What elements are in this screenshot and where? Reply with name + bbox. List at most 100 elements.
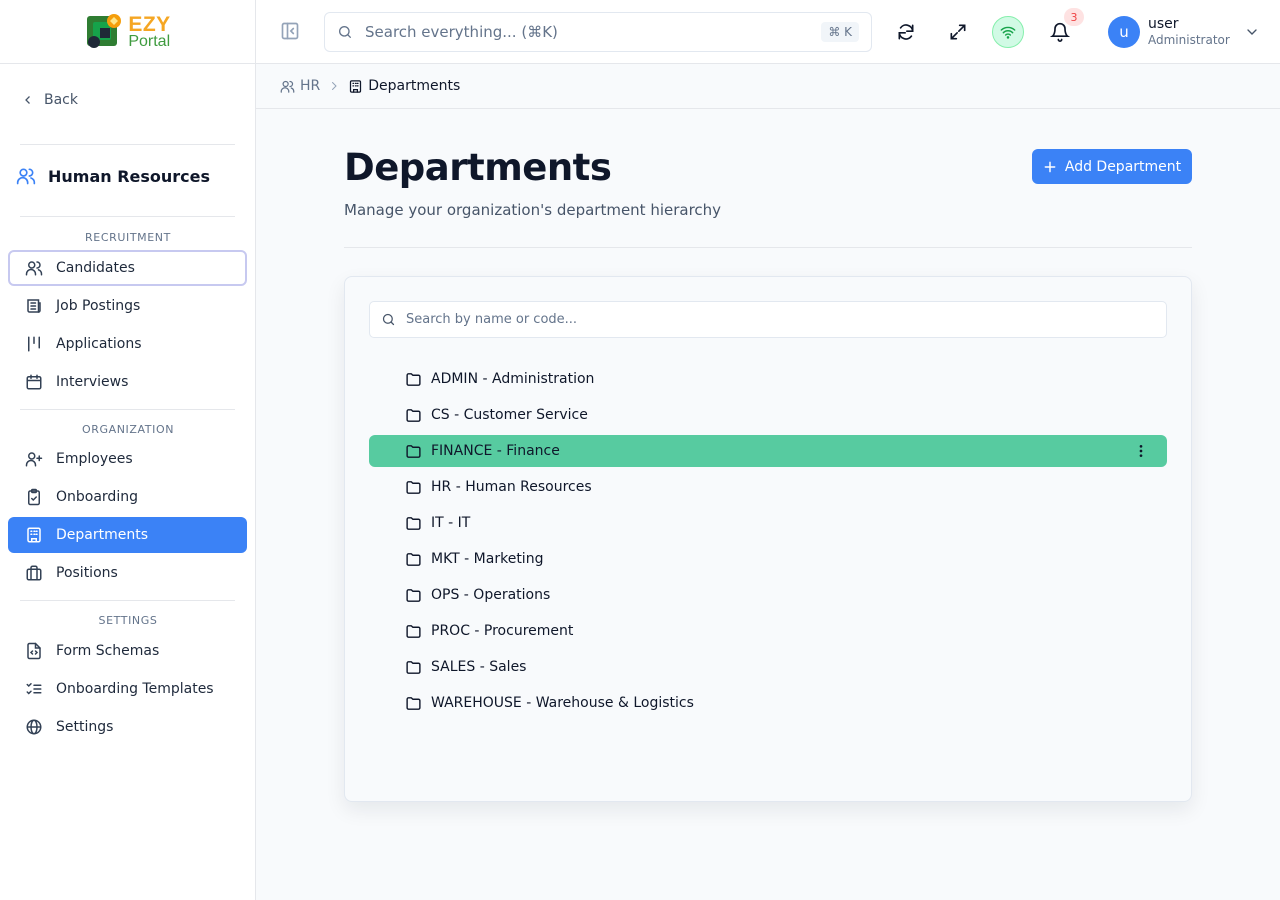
add-department-button[interactable]: Add Department [1032, 149, 1192, 184]
top-header: Search everything... (⌘K) ⌘ K 3 u user A… [256, 0, 1280, 64]
folder-icon [406, 660, 421, 674]
sidebar-item-label: Onboarding Templates [56, 681, 214, 697]
refresh-button[interactable] [896, 20, 916, 44]
fullscreen-button[interactable] [948, 20, 968, 44]
chevron-right-icon [332, 82, 337, 90]
globe-icon [26, 719, 42, 735]
sidebar-item-applications[interactable]: Applications [8, 326, 247, 362]
user-menu[interactable]: u user Administrator [1108, 16, 1260, 48]
department-tree-card: Search by name or code... ADMIN - Admini… [344, 276, 1192, 802]
sidebar-item-label: Interviews [56, 374, 129, 390]
department-row-it[interactable]: IT - IT [369, 507, 1167, 539]
sidebar-item-label: Onboarding [56, 489, 138, 505]
folder-icon [406, 696, 421, 710]
divider [344, 247, 1192, 248]
sidebar-item-job-postings[interactable]: Job Postings [8, 288, 247, 324]
newspaper-icon [27, 299, 41, 313]
breadcrumb-label: Departments [368, 78, 461, 94]
department-row-sales[interactable]: SALES - Sales [369, 651, 1167, 683]
department-row-admin[interactable]: ADMIN - Administration [369, 363, 1167, 395]
search-shortcut: ⌘ K [821, 22, 859, 42]
department-row-mkt[interactable]: MKT - Marketing [369, 543, 1167, 575]
sidebar-item-settings[interactable]: Settings [8, 709, 247, 745]
user-name: user [1148, 16, 1179, 32]
more-vertical-icon [1139, 445, 1143, 457]
divider [20, 144, 235, 145]
sidebar-item-label: Settings [56, 719, 114, 735]
section-label-recruitment: RECRUITMENT [85, 231, 171, 244]
breadcrumb-departments: Departments [348, 78, 460, 94]
department-row-hr[interactable]: HR - Human Resources [369, 471, 1167, 503]
user-info: user Administrator [1148, 16, 1230, 48]
search-icon [339, 26, 351, 38]
sidebar-item-onboarding[interactable]: Onboarding [8, 479, 247, 515]
department-label: SALES - Sales [431, 659, 527, 675]
panel-left-icon [281, 22, 299, 40]
global-search-placeholder: Search everything... (⌘K) [365, 23, 558, 41]
department-label: CS - Customer Service [431, 407, 588, 423]
brand-name-top: EZY [128, 12, 171, 36]
notification-badge: 3 [1064, 8, 1084, 26]
users-icon [16, 168, 36, 185]
users-icon [25, 261, 43, 276]
brand-name-bottom: Portal [128, 32, 171, 50]
sidebar-item-form-schemas[interactable]: Form Schemas [8, 633, 247, 669]
department-label: IT - IT [431, 515, 471, 531]
logo-area: EZY Portal [0, 0, 255, 64]
folder-icon [406, 372, 421, 386]
department-label: ADMIN - Administration [431, 371, 595, 387]
sidebar-item-label: Applications [56, 336, 142, 352]
back-label: Back [44, 92, 78, 108]
plus-icon [1044, 161, 1056, 172]
row-actions-button[interactable] [1133, 443, 1149, 459]
sidebar-item-onboarding-templates[interactable]: Onboarding Templates [8, 671, 247, 707]
department-row-proc[interactable]: PROC - Procurement [369, 615, 1167, 647]
folder-icon [406, 408, 421, 422]
department-row-finance[interactable]: FINANCE - Finance [369, 435, 1167, 467]
department-label: OPS - Operations [431, 587, 551, 603]
back-link[interactable]: Back [22, 92, 78, 108]
folder-icon [406, 552, 421, 566]
sidebar-toggle-button[interactable] [280, 21, 300, 41]
sidebar-item-label: Form Schemas [56, 643, 160, 659]
user-role: Administrator [1148, 33, 1230, 47]
connection-status-button[interactable] [992, 16, 1024, 48]
search-icon [382, 313, 395, 326]
breadcrumb-hr[interactable]: HR [280, 78, 320, 94]
folder-icon [406, 516, 421, 530]
department-row-ops[interactable]: OPS - Operations [369, 579, 1167, 611]
sidebar-item-label: Employees [56, 451, 133, 467]
department-row-cs[interactable]: CS - Customer Service [369, 399, 1167, 431]
list-checks-icon [26, 683, 42, 695]
global-search-input[interactable]: Search everything... (⌘K) ⌘ K [324, 12, 872, 52]
sidebar: EZY Portal Back Human Resources RECRUITM… [0, 0, 256, 900]
add-department-label: Add Department [1064, 158, 1182, 175]
sidebar-item-employees[interactable]: Employees [8, 441, 247, 477]
module-title: Human Resources [16, 166, 210, 186]
sidebar-item-interviews[interactable]: Interviews [8, 364, 247, 400]
breadcrumb: HR Departments [256, 64, 1280, 109]
department-label: MKT - Marketing [431, 551, 544, 567]
department-label: PROC - Procurement [431, 623, 574, 639]
folder-icon [406, 444, 421, 458]
folder-icon [406, 588, 421, 602]
refresh-icon [898, 24, 914, 40]
puzzle-logo-icon [87, 13, 122, 48]
section-label-settings: SETTINGS [98, 614, 158, 627]
clipboard-check-icon [28, 488, 40, 506]
chevron-left-icon [25, 96, 30, 104]
sidebar-item-positions[interactable]: Positions [8, 555, 247, 591]
folder-icon [406, 480, 421, 494]
building-icon [350, 79, 362, 93]
divider [20, 409, 235, 410]
briefcase-icon [26, 565, 42, 581]
sidebar-item-candidates[interactable]: Candidates [8, 250, 247, 286]
sidebar-item-departments[interactable]: Departments [8, 517, 247, 553]
department-search-input[interactable]: Search by name or code... [369, 301, 1167, 338]
department-row-warehouse[interactable]: WAREHOUSE - Warehouse & Logistics [369, 687, 1167, 719]
sidebar-item-label: Departments [56, 527, 149, 543]
brand-logo[interactable]: EZY Portal [84, 12, 170, 52]
divider [20, 600, 235, 601]
department-label: WAREHOUSE - Warehouse & Logistics [431, 695, 694, 711]
department-label: FINANCE - Finance [431, 443, 560, 459]
